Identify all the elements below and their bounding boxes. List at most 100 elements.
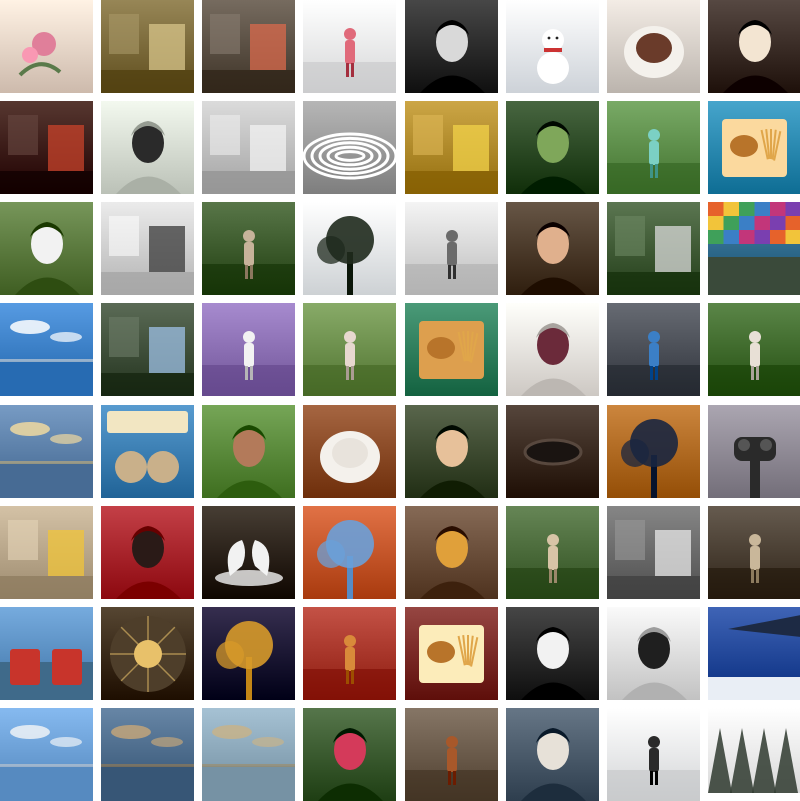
sparkler-man-bw-photo <box>505 606 599 700</box>
photo-thumbnail[interactable] <box>303 505 397 599</box>
pink-hat-woman-photo <box>303 707 397 801</box>
smiling-woman-photo <box>202 404 296 498</box>
photo-thumbnail[interactable] <box>0 404 93 498</box>
photo-thumbnail[interactable] <box>101 606 195 700</box>
woman-in-park-photo <box>303 303 397 397</box>
coffee-and-donut-photo <box>303 404 397 498</box>
photo-thumbnail[interactable] <box>505 101 599 195</box>
photo-thumbnail[interactable] <box>606 505 700 599</box>
beach-driftwood-photo <box>202 707 296 801</box>
photo-thumbnail[interactable] <box>303 404 397 498</box>
photo-thumbnail[interactable] <box>505 707 599 801</box>
lavender-field-photo <box>202 303 296 397</box>
photo-thumbnail[interactable] <box>0 0 93 93</box>
photo-thumbnail[interactable] <box>404 101 498 195</box>
photo-thumbnail[interactable] <box>0 303 93 397</box>
snowy-park-figure-photo <box>606 707 700 801</box>
photo-thumbnail[interactable] <box>303 707 397 801</box>
photo-thumbnail[interactable] <box>101 505 195 599</box>
photo-thumbnail[interactable] <box>606 606 700 700</box>
photo-thumbnail[interactable] <box>101 101 195 195</box>
snowman-photo <box>505 0 599 93</box>
photo-thumbnail[interactable] <box>707 303 800 397</box>
photo-thumbnail[interactable] <box>606 202 700 296</box>
photo-thumbnail[interactable] <box>202 101 296 195</box>
photo-thumbnail[interactable] <box>606 303 700 397</box>
photo-thumbnail[interactable] <box>0 707 93 801</box>
photo-thumbnail[interactable] <box>202 404 296 498</box>
photo-thumbnail[interactable] <box>707 101 800 195</box>
photo-thumbnail[interactable] <box>0 202 93 296</box>
loft-interior-bw-photo <box>101 202 195 296</box>
popcorn-stand-photo <box>101 0 195 93</box>
photo-thumbnail[interactable] <box>303 606 397 700</box>
cloudy-sky-photo <box>0 707 93 801</box>
girl-in-snow-photo <box>303 0 397 93</box>
photo-thumbnail[interactable] <box>707 606 800 700</box>
photo-thumbnail[interactable] <box>202 505 296 599</box>
man-in-bed-bw-photo <box>202 101 296 195</box>
horse-eye-photo <box>505 404 599 498</box>
photo-thumbnail[interactable] <box>404 303 498 397</box>
photo-grid <box>0 0 800 801</box>
photo-thumbnail[interactable] <box>505 505 599 599</box>
photo-thumbnail[interactable] <box>404 0 498 93</box>
photo-thumbnail[interactable] <box>606 707 700 801</box>
photo-thumbnail[interactable] <box>404 404 498 498</box>
photo-thumbnail[interactable] <box>202 707 296 801</box>
photo-thumbnail[interactable] <box>505 303 599 397</box>
photo-thumbnail[interactable] <box>202 303 296 397</box>
photo-thumbnail[interactable] <box>404 606 498 700</box>
car-driving-photo <box>606 202 700 296</box>
cocoa-cup-photo <box>606 0 700 93</box>
autumn-silhouette-photo <box>303 606 397 700</box>
photo-thumbnail[interactable] <box>101 0 195 93</box>
photo-thumbnail[interactable] <box>707 0 800 93</box>
smiling-woman-bw-photo <box>404 0 498 93</box>
photo-thumbnail[interactable] <box>202 202 296 296</box>
photo-thumbnail[interactable] <box>101 707 195 801</box>
photo-thumbnail[interactable] <box>707 505 800 599</box>
photo-thumbnail[interactable] <box>505 202 599 296</box>
photo-thumbnail[interactable] <box>505 0 599 93</box>
tree-silhouette-photo <box>303 202 397 296</box>
woman-in-forest-photo <box>202 202 296 296</box>
photo-thumbnail[interactable] <box>0 101 93 195</box>
photo-thumbnail[interactable] <box>303 0 397 93</box>
photo-thumbnail[interactable] <box>101 202 195 296</box>
night-trees-photo <box>202 606 296 700</box>
woman-cityscape-wall-photo <box>606 606 700 700</box>
photo-thumbnail[interactable] <box>606 404 700 498</box>
photo-thumbnail[interactable] <box>202 0 296 93</box>
photo-thumbnail[interactable] <box>404 202 498 296</box>
photo-thumbnail[interactable] <box>202 606 296 700</box>
photo-thumbnail[interactable] <box>707 404 800 498</box>
masked-face-photo <box>707 0 800 93</box>
photo-thumbnail[interactable] <box>505 606 599 700</box>
photo-thumbnail[interactable] <box>303 303 397 397</box>
woman-red-flowers-photo <box>101 505 195 599</box>
photo-thumbnail[interactable] <box>707 202 800 296</box>
man-drinking-photo <box>101 101 195 195</box>
smiling-bearded-man-photo <box>505 202 599 296</box>
photo-thumbnail[interactable] <box>101 404 195 498</box>
photo-thumbnail[interactable] <box>101 303 195 397</box>
gallery-wall-photo <box>404 202 498 296</box>
snowy-pines-photo <box>707 707 800 801</box>
photo-thumbnail[interactable] <box>606 101 700 195</box>
photo-thumbnail[interactable] <box>606 0 700 93</box>
domed-ceiling-photo <box>101 606 195 700</box>
colorful-mural-photo <box>707 202 800 296</box>
photo-thumbnail[interactable] <box>707 707 800 801</box>
photo-thumbnail[interactable] <box>303 202 397 296</box>
man-with-bike-photo <box>606 101 700 195</box>
photo-thumbnail[interactable] <box>303 101 397 195</box>
photo-thumbnail[interactable] <box>404 505 498 599</box>
tandem-bicycle-photo <box>606 303 700 397</box>
photo-thumbnail[interactable] <box>0 606 93 700</box>
couple-restaurant-bw-photo <box>606 505 700 599</box>
photo-thumbnail[interactable] <box>505 404 599 498</box>
photo-thumbnail[interactable] <box>0 505 93 599</box>
lake-fountain-photo <box>0 303 93 397</box>
photo-thumbnail[interactable] <box>404 707 498 801</box>
